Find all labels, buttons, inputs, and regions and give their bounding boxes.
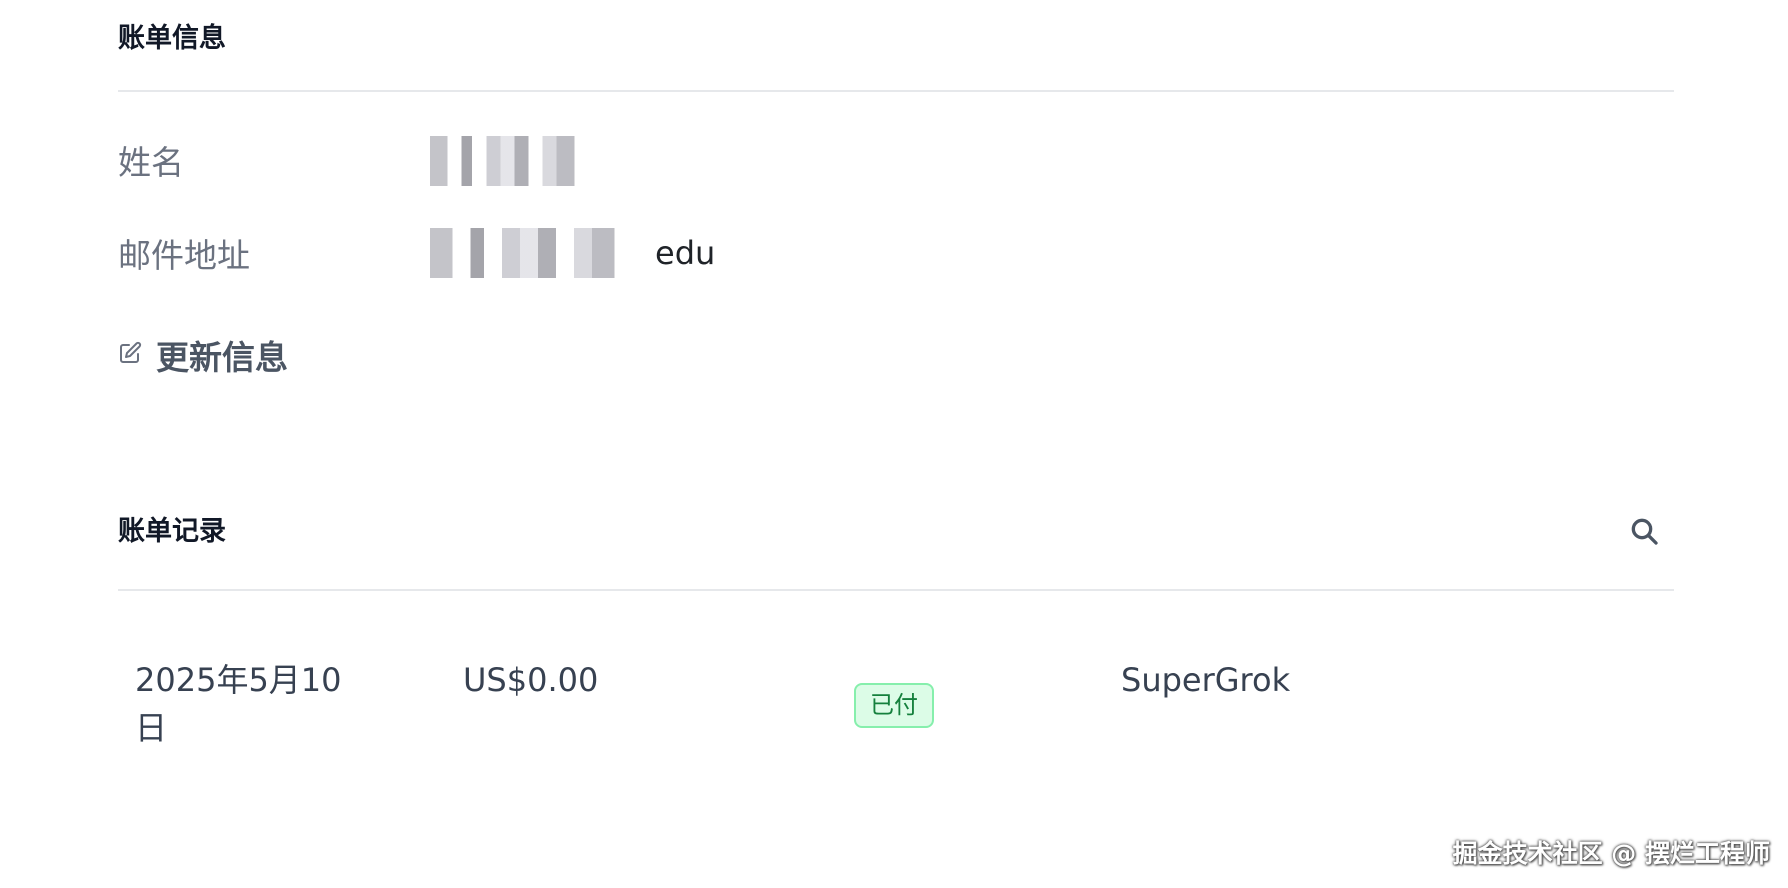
billing-info-divider [118, 90, 1674, 92]
row-date: 2025年5月10日 [135, 661, 342, 747]
email-label: 邮件地址 [118, 236, 250, 275]
search-icon [1628, 518, 1660, 551]
row-amount: US$0.00 [463, 661, 599, 699]
update-info-label: 更新信息 [156, 338, 288, 377]
update-info-button[interactable]: 更新信息 [118, 331, 288, 379]
billing-records-divider [118, 589, 1674, 591]
watermark: 掘金技术社区 @ 摆烂工程师 [1452, 839, 1770, 868]
edit-icon [118, 341, 142, 369]
redacted-name [430, 136, 606, 186]
email-value: edu [430, 228, 715, 278]
name-label: 姓名 [118, 143, 184, 182]
billing-info-title: 账单信息 [118, 23, 226, 54]
status-badge: 已付 [854, 683, 934, 728]
email-suffix: edu [655, 234, 716, 272]
row-product: SuperGrok [1121, 661, 1291, 699]
name-value [430, 136, 606, 186]
billing-records-title: 账单记录 [118, 516, 226, 547]
search-button[interactable] [1628, 515, 1662, 549]
redacted-email [430, 228, 655, 278]
